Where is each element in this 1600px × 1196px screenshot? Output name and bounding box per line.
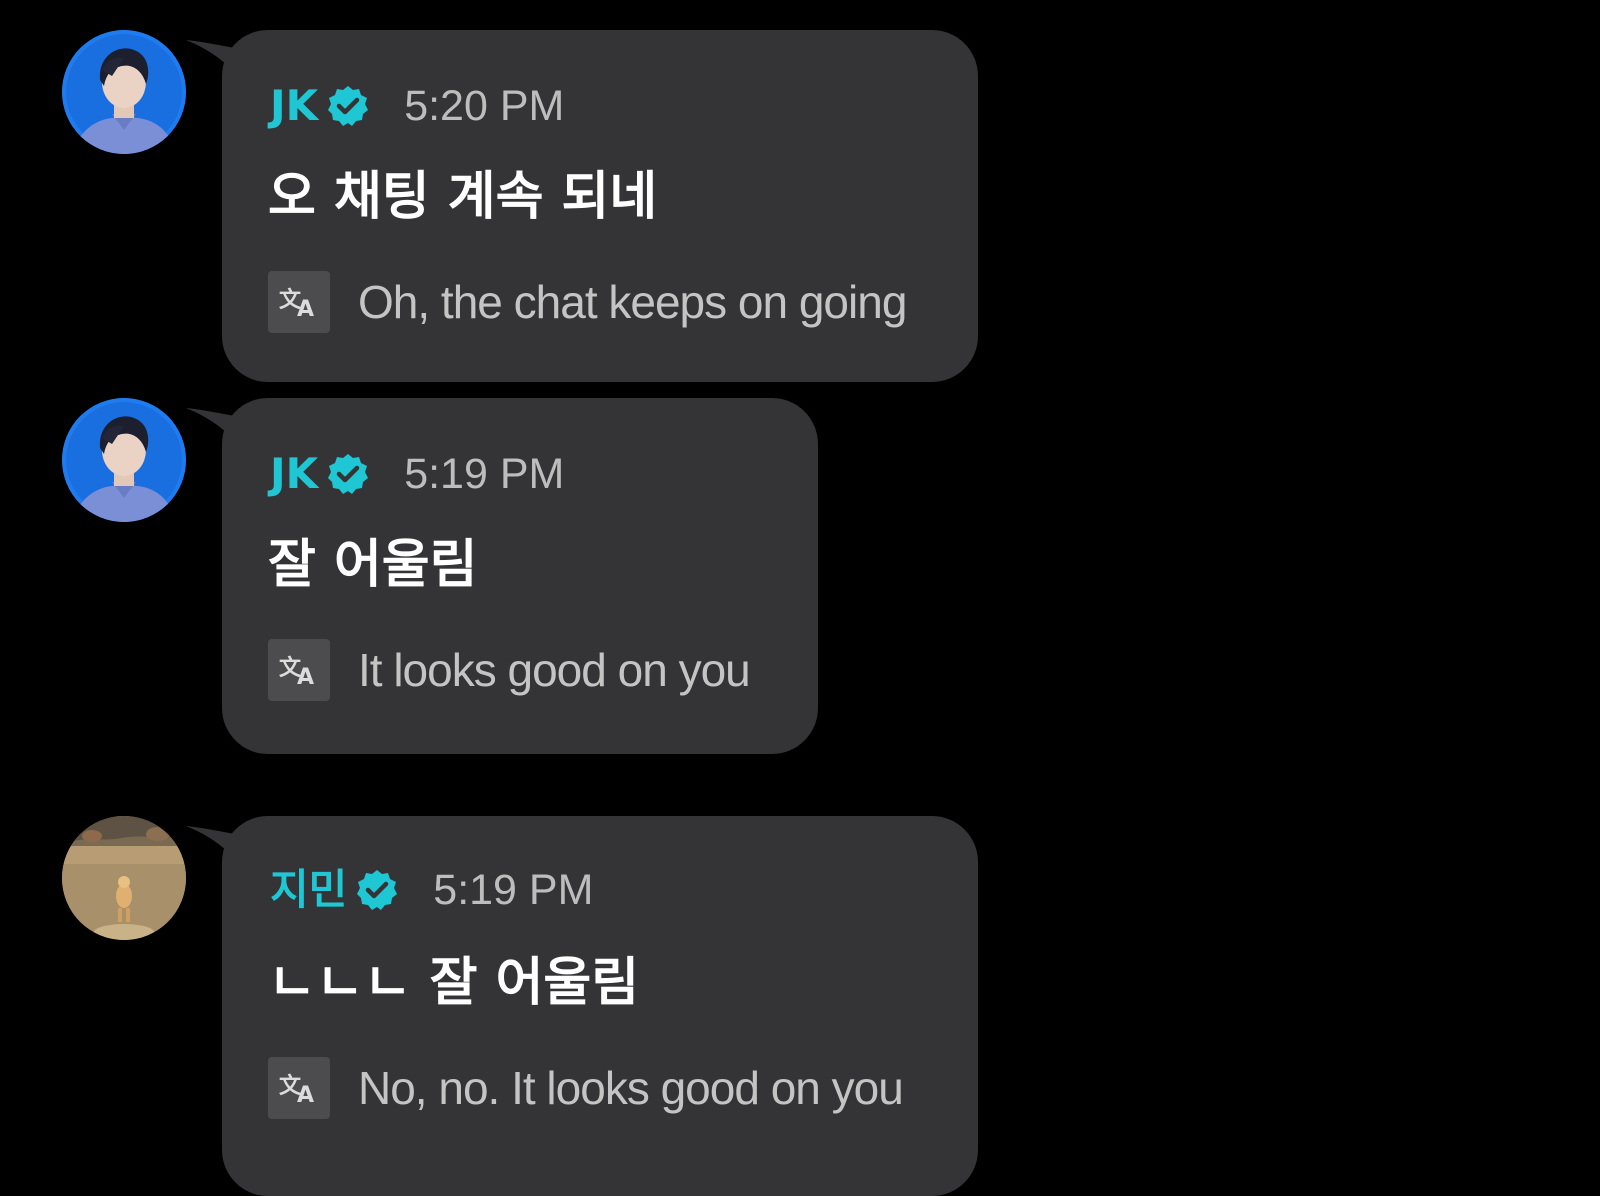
message-time: 5:19 PM — [404, 450, 565, 498]
translate-icon[interactable] — [268, 271, 330, 333]
message-time: 5:20 PM — [404, 82, 565, 130]
translation-row: It looks good on you — [268, 638, 751, 702]
translation-row: Oh, the chat keeps on going — [268, 270, 907, 334]
avatar-jk[interactable] — [62, 398, 186, 522]
sender-name[interactable]: JK — [270, 450, 318, 498]
avatar-jimin[interactable] — [62, 816, 186, 940]
message-bubble[interactable]: JK 5:20 PM 오 채팅 계속 되네 Oh, the chat keeps… — [222, 30, 978, 382]
chat-message: JK 5:20 PM 오 채팅 계속 되네 Oh, the chat keeps… — [0, 30, 1600, 382]
avatar-jk[interactable] — [62, 30, 186, 154]
translation-row: No, no. It looks good on you — [268, 1056, 904, 1120]
message-bubble[interactable]: 지민 5:19 PM ㄴㄴㄴ 잘 어울림 No, no. It looks go… — [222, 816, 978, 1196]
sender-name[interactable]: 지민 — [270, 866, 347, 914]
message-text: 잘 어울림 — [268, 535, 478, 595]
translation-text: It looks good on you — [358, 644, 751, 696]
translation-text: No, no. It looks good on you — [358, 1062, 904, 1114]
message-header: 지민 5:19 PM — [270, 866, 594, 915]
chat-message: 지민 5:19 PM ㄴㄴㄴ 잘 어울림 No, no. It looks go… — [0, 816, 1600, 1196]
verified-badge-icon — [326, 452, 370, 496]
translation-text: Oh, the chat keeps on going — [358, 276, 907, 328]
message-text: 오 채팅 계속 되네 — [268, 167, 658, 227]
message-header: JK 5:19 PM — [270, 450, 565, 499]
translate-icon[interactable] — [268, 639, 330, 701]
verified-badge-icon — [326, 84, 370, 128]
message-header: JK 5:20 PM — [270, 82, 565, 131]
verified-badge-icon — [355, 868, 399, 912]
chat-message: JK 5:19 PM 잘 어울림 It looks good on you — [0, 398, 1600, 754]
sender-name[interactable]: JK — [270, 82, 318, 130]
translate-icon[interactable] — [268, 1057, 330, 1119]
message-bubble[interactable]: JK 5:19 PM 잘 어울림 It looks good on you — [222, 398, 818, 754]
message-text: ㄴㄴㄴ 잘 어울림 — [268, 953, 640, 1013]
message-time: 5:19 PM — [433, 866, 594, 914]
